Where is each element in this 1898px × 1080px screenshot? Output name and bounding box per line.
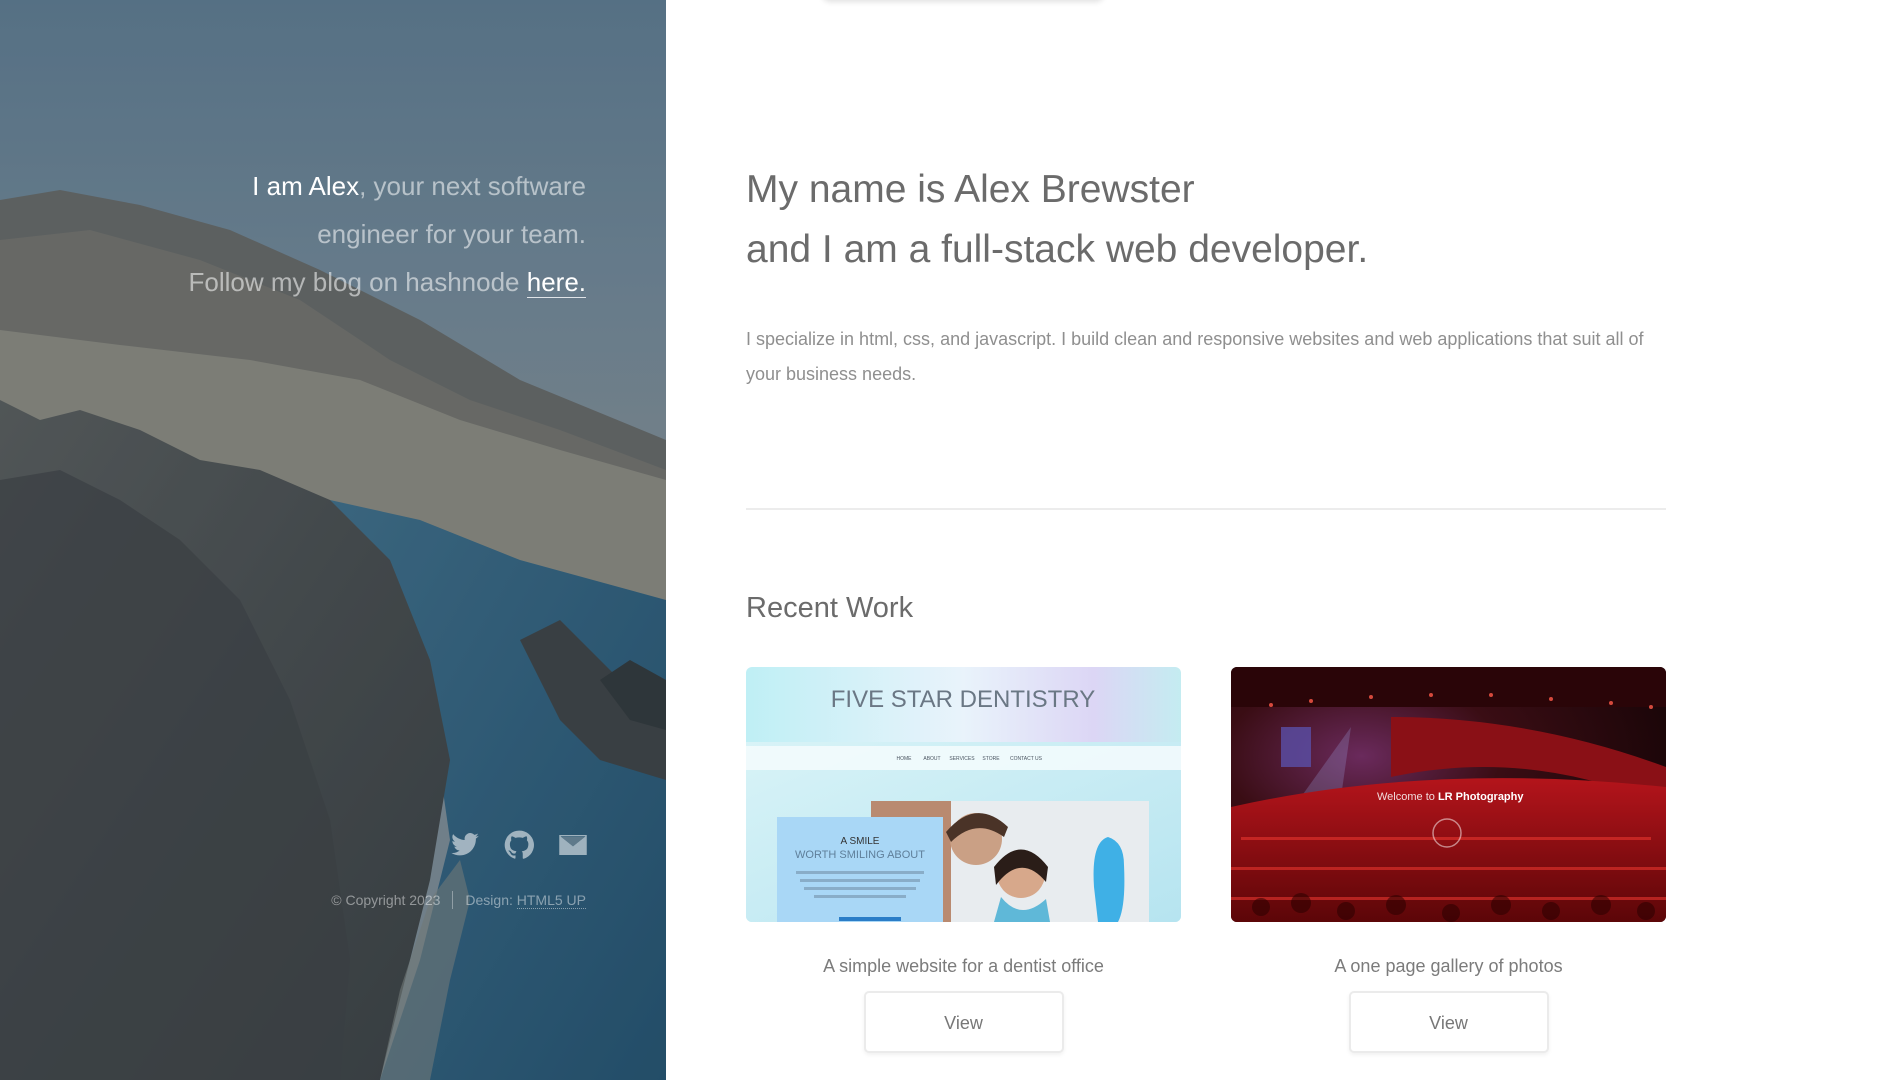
- thumb-card-subtitle: WORTH SMILING ABOUT: [795, 849, 925, 861]
- headline-line-2: and I am a full-stack web developer.: [746, 228, 1369, 271]
- photography-thumbnail[interactable]: Welcome to LR Photography: [1231, 667, 1666, 922]
- intro-line-3: Follow my blog on hashnode: [188, 267, 527, 297]
- copyright-separator: [452, 891, 454, 909]
- twitter-icon[interactable]: [450, 830, 480, 860]
- dentistry-thumbnail[interactable]: FIVE STAR DENTISTRY HOME ABOUT SERVICES …: [746, 667, 1181, 922]
- thumb-nav-services: SERVICES: [949, 756, 975, 762]
- recent-work-title: Recent Work: [746, 592, 914, 624]
- intro-name: I am Alex: [252, 171, 360, 201]
- intro-rest: , your next software: [359, 171, 586, 201]
- work-item-photography: Welcome to LR Photography A one page gal…: [1231, 667, 1666, 1053]
- thumb-welcome: Welcome to: [1377, 791, 1438, 803]
- work-grid: FIVE STAR DENTISTRY HOME ABOUT SERVICES …: [746, 667, 1666, 1053]
- view-button-photography[interactable]: View: [1348, 991, 1549, 1053]
- work-caption-photography: A one page gallery of photos: [1334, 956, 1563, 976]
- copyright-text: © Copyright 2023: [331, 892, 441, 908]
- copyright-bar: © Copyright 2023 Design: HTML5 UP: [331, 891, 586, 909]
- design-label: Design:: [465, 892, 513, 908]
- thumb-nav-about: ABOUT: [923, 756, 940, 762]
- sidebar-header: I am Alex, your next software engineer f…: [0, 0, 666, 1080]
- section-divider: [746, 508, 1666, 510]
- svg-text:Welcome to LR Photography: Welcome to LR Photography: [1377, 791, 1524, 803]
- thumb-nav-store: STORE: [982, 756, 1000, 762]
- intro-text: I am Alex, your next software engineer f…: [66, 162, 586, 306]
- headline-line-1: My name is Alex Brewster: [746, 168, 1195, 211]
- thumb-card-title: A SMILE: [841, 836, 880, 847]
- thumb-nav-contact: CONTACT US: [1010, 756, 1043, 762]
- thumb-brand: LR Photography: [1438, 791, 1524, 803]
- lead-paragraph: I specialize in html, css, and javascrip…: [746, 329, 1644, 384]
- page-headline: My name is Alex Brewster and I am a full…: [746, 160, 1646, 280]
- blog-link[interactable]: here.: [526, 267, 586, 298]
- work-caption-dentistry: A simple website for a dentist office: [823, 956, 1104, 976]
- github-icon[interactable]: [504, 830, 534, 860]
- view-button-dentistry[interactable]: View: [863, 991, 1064, 1053]
- work-item-dentistry: FIVE STAR DENTISTRY HOME ABOUT SERVICES …: [746, 667, 1181, 1053]
- intro-line-2: engineer for your team.: [317, 219, 586, 249]
- social-icons: [450, 830, 588, 860]
- design-credit-link[interactable]: HTML5 UP: [516, 892, 586, 909]
- thumb-nav-home: HOME: [897, 756, 913, 762]
- envelope-icon[interactable]: [558, 830, 588, 860]
- thumb-dentistry-title: FIVE STAR DENTISTRY: [831, 686, 1095, 713]
